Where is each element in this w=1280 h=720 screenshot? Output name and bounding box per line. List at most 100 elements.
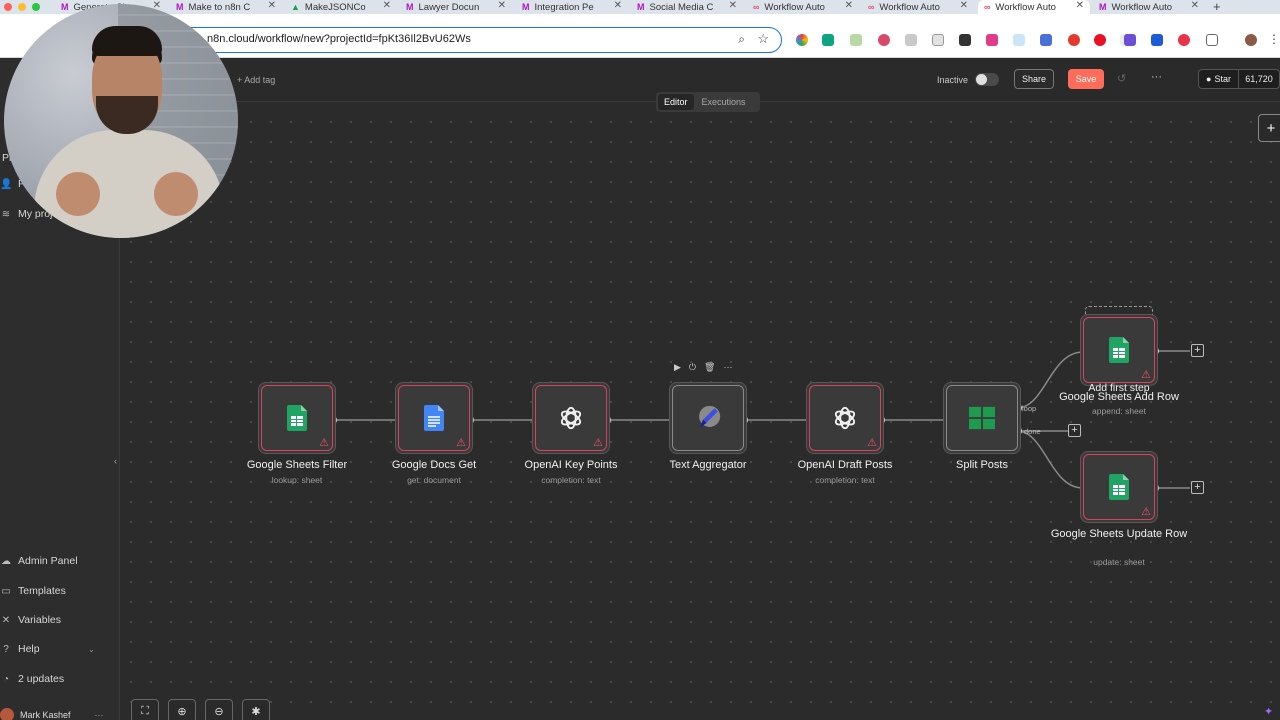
toggle-knob [976,74,987,85]
minimize-window-icon[interactable] [18,3,26,11]
extension-badge-icon[interactable] [878,34,890,46]
close-tab-icon[interactable]: ✕ [1191,0,1199,11]
browser-tab[interactable]: ∞ Workflow Auto ✕ [747,0,859,14]
extension-opera-icon[interactable] [1094,34,1106,46]
extension-calendar-icon[interactable] [959,34,971,46]
close-tab-icon[interactable]: ✕ [845,0,853,11]
add-tag-link[interactable]: + Add tag [237,75,275,85]
tab-executions[interactable]: Executions [696,94,752,110]
warning-icon: ⚠ [456,437,466,449]
browser-tab[interactable]: M Social Media C ✕ [631,0,743,14]
close-tab-icon[interactable]: ✕ [1076,0,1084,11]
browser-tab[interactable]: M Lawyer Docun ✕ [400,0,512,14]
update-icon: ◔ [2,673,10,685]
extension-image-icon[interactable] [850,34,862,46]
add-node-button[interactable]: + [1258,114,1280,142]
sidebar-item-help[interactable]: ? Help ⌄ [0,643,100,655]
extension-teams-icon[interactable] [1124,34,1136,46]
sidebar-item-updates[interactable]: ◔ 2 updates [0,673,64,685]
save-button[interactable]: Save [1068,69,1104,89]
tab-editor[interactable]: Editor [658,94,694,110]
more-options-icon[interactable]: ··· [723,362,732,373]
trash-icon[interactable]: 🗑 [704,362,715,373]
extension-record-icon[interactable] [1178,34,1190,46]
sidebar-item-variables[interactable]: ✕ Variables [0,614,61,626]
close-tab-icon[interactable]: ✕ [498,0,506,11]
extension-abp-icon[interactable] [1068,34,1080,46]
extension-color-icon[interactable] [796,34,808,46]
extension-figma-icon[interactable] [986,34,998,46]
node-split-posts[interactable] [943,382,1021,454]
github-star-label: Star [1214,74,1231,84]
extension-chatgpt-icon[interactable] [822,34,834,46]
debug-bug-button[interactable]: ✱ [242,699,270,720]
node-subtitle: update: sheet [1093,557,1145,567]
node-google-sheets-add-row[interactable]: ⚠ [1080,314,1158,386]
sidebar-item-label: Templates [18,585,66,597]
close-tab-icon[interactable]: ✕ [614,0,622,11]
warning-icon: ⚠ [319,437,329,449]
zoom-icon[interactable]: ⌕ [738,32,745,47]
cloud-icon: ☁ [1,555,11,567]
node-google-docs-get[interactable]: ⚠ [395,382,473,454]
extension-vue-icon[interactable] [1151,34,1163,46]
sidebar-item-templates[interactable]: ▭ Templates [0,585,66,597]
fit-view-button[interactable]: ⛶ [131,699,159,720]
sidebar-item-label: Help [18,643,40,655]
user-icon: 👤 [0,178,13,190]
new-tab-icon[interactable]: + [1213,0,1221,14]
browser-tab[interactable]: ▲ MakeJSONCo ✕ [285,0,397,14]
profile-avatar-icon[interactable] [1245,34,1257,46]
extension-puzzle-icon[interactable] [1040,34,1052,46]
n8n-icon: ∞ [868,2,875,12]
google-docs-icon [421,403,447,433]
close-tab-icon[interactable]: ✕ [729,0,737,11]
zoom-out-button[interactable]: ⊖ [205,699,233,720]
history-icon[interactable]: ↺ [1117,72,1126,85]
add-node-plus-icon[interactable]: + [1068,424,1081,437]
add-node-plus-icon[interactable]: + [1191,481,1204,494]
github-star-button[interactable]: ● Star 61,720 [1198,69,1280,89]
node-text-aggregator[interactable] [669,382,747,454]
user-name: Mark Kashef [20,710,71,720]
bookmark-star-icon[interactable]: ☆ [757,31,769,47]
user-menu[interactable]: Mark Kashef ··· [0,708,104,720]
browser-tab-active[interactable]: ∞ Workflow Auto ✕ [978,0,1090,14]
collapse-sidebar-icon[interactable]: ‹ [114,456,117,466]
google-sheets-icon [284,403,310,433]
presenter-left-hand [56,172,100,216]
maximize-window-icon[interactable] [32,3,40,11]
extensions-puzzle-icon[interactable] [1206,34,1218,46]
node-google-sheets-update-row[interactable]: ⚠ [1080,451,1158,523]
tab-label: MakeJSONCo [304,1,366,13]
zoom-in-button[interactable]: ⊕ [168,699,196,720]
more-options-icon[interactable]: ··· [1151,71,1162,83]
node-openai-draft-posts[interactable]: ⚠ [806,382,884,454]
power-icon[interactable]: ⏻ [689,362,696,373]
close-tab-icon[interactable]: ✕ [960,0,968,11]
play-icon[interactable]: ▶ [674,362,681,373]
browser-tab[interactable]: ∞ Workflow Auto ✕ [862,0,974,14]
share-button[interactable]: Share [1014,69,1054,89]
browser-tab[interactable]: M Workflow Auto ✕ [1093,0,1205,14]
variables-icon: ✕ [1,614,11,626]
sparkle-icon[interactable]: ✦ [1264,705,1273,718]
more-options-icon[interactable]: ··· [95,710,104,720]
add-node-plus-icon[interactable]: + [1191,344,1204,357]
extension-window-icon[interactable] [1013,34,1025,46]
extension-photo-icon[interactable] [905,34,917,46]
sidebar-item-label: 2 updates [18,673,65,685]
browser-tab[interactable]: M Integration Pe ✕ [516,0,628,14]
browser-menu-icon[interactable]: ⋮ [1268,32,1280,46]
github-icon: ● [1206,74,1212,84]
close-tab-icon[interactable]: ✕ [383,0,391,11]
sidebar-item-admin-panel[interactable]: ☁ Admin Panel [0,555,78,567]
close-window-icon[interactable] [4,3,12,11]
node-google-sheets-filter[interactable]: ⚠ [258,382,336,454]
tab-label: Workflow Auto [995,1,1056,13]
active-toggle[interactable] [975,73,999,86]
node-openai-key-points[interactable]: ⚠ [532,382,610,454]
extension-mail-icon[interactable] [932,34,944,46]
close-tab-icon[interactable]: ✕ [268,0,276,11]
node-toolbar: ▶ ⏻ 🗑 ··· [674,362,732,373]
